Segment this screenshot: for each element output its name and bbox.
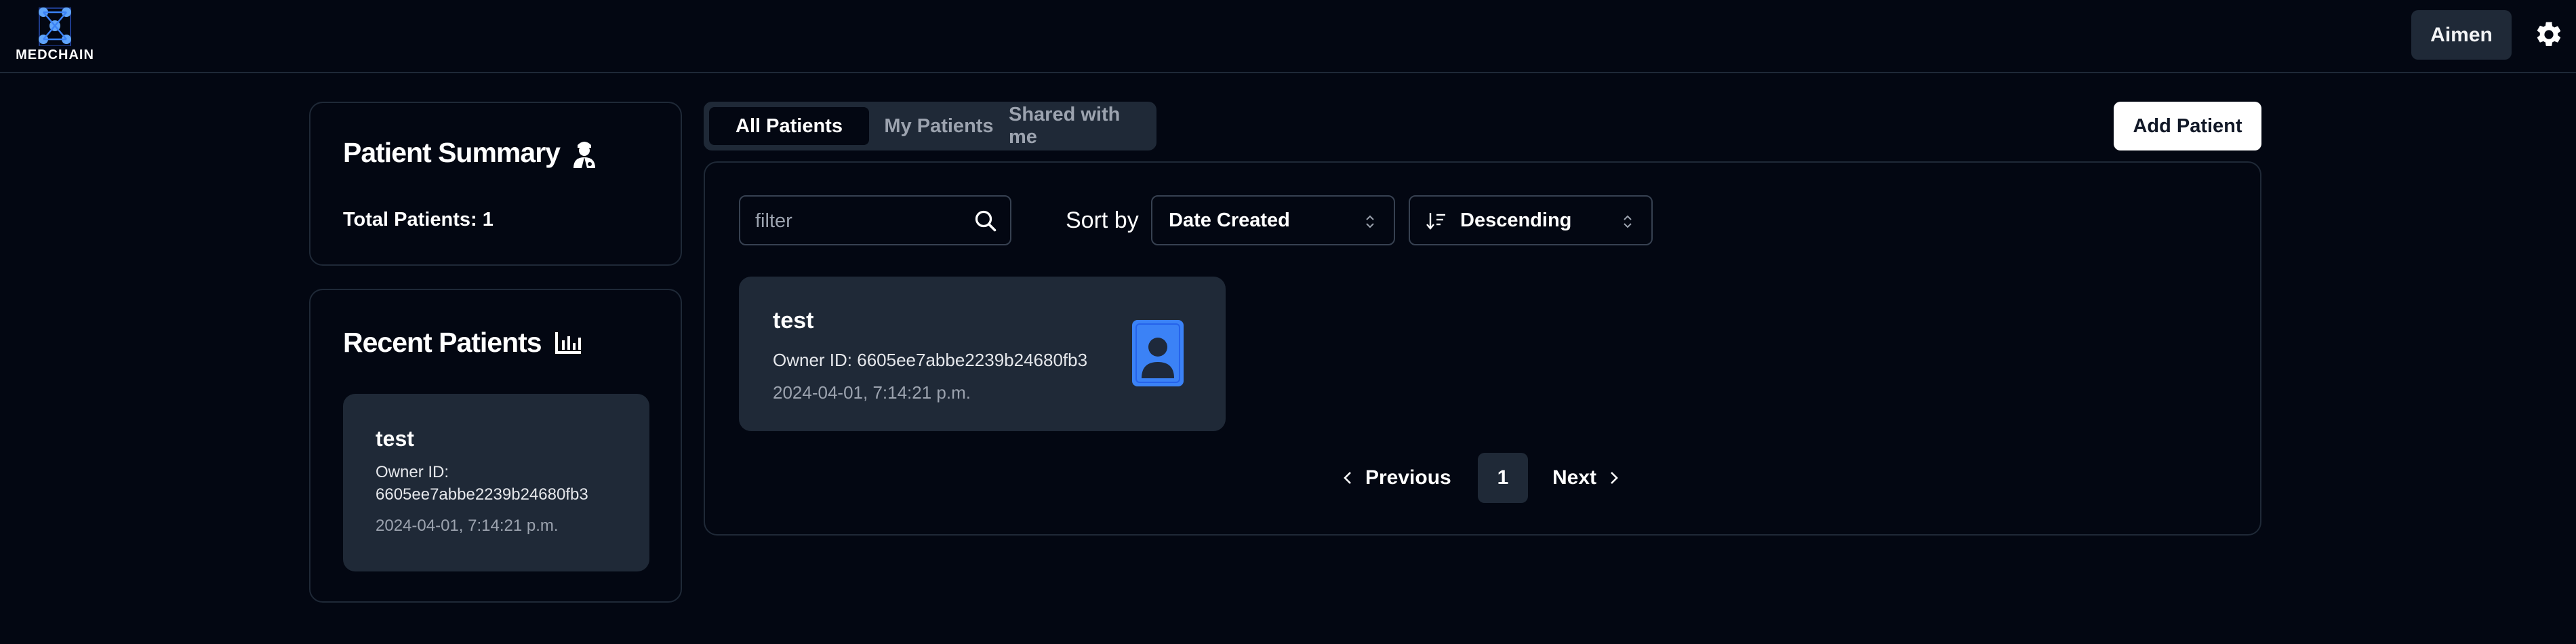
previous-page-button[interactable]: Previous: [1342, 453, 1451, 503]
add-patient-button[interactable]: Add Patient: [2114, 102, 2261, 150]
recent-patient-owner-label: Owner ID:: [376, 463, 449, 481]
user-menu-button[interactable]: Aimen: [2411, 10, 2512, 60]
patient-tabs: All Patients My Patients Shared with me: [704, 102, 1156, 150]
patient-owner-id: Owner ID: 6605ee7abbe2239b24680fb3: [773, 350, 1088, 370]
bar-chart-icon: [555, 331, 581, 354]
patient-card[interactable]: test Owner ID: 6605ee7abbe2239b24680fb3 …: [739, 277, 1226, 431]
recent-patients-title-text: Recent Patients: [343, 327, 542, 358]
recent-patient-owner-id: 6605ee7abbe2239b24680fb3: [376, 485, 588, 504]
recent-patient-name: test: [376, 426, 414, 451]
patient-name: test: [773, 308, 814, 334]
sort-field-select[interactable]: Date Created: [1151, 195, 1395, 245]
recent-patient-item[interactable]: test Owner ID: 6605ee7abbe2239b24680fb3 …: [343, 394, 649, 571]
patients-panel: Sort by Date Created Descending test Own…: [704, 161, 2261, 536]
chevron-up-down-icon: [1624, 215, 1632, 228]
sort-order-value: Descending: [1460, 209, 1572, 231]
recent-patients-card: Recent Patients test Owner ID: 6605ee7ab…: [309, 289, 682, 603]
recent-patient-owner: Owner ID: 6605ee7abbe2239b24680fb3: [376, 461, 617, 506]
chevron-up-down-icon: [1366, 215, 1374, 228]
patient-summary-title: Patient Summary: [343, 137, 597, 169]
patient-summary-card: Patient Summary Total Patients: 1: [309, 102, 682, 266]
pagination: Previous 1 Next: [705, 453, 2260, 503]
page-number-button[interactable]: 1: [1478, 453, 1528, 503]
sort-descending-icon: [1426, 213, 1445, 230]
patient-summary-title-text: Patient Summary: [343, 137, 561, 168]
tab-my-patients[interactable]: My Patients: [869, 107, 1009, 145]
medchain-logo[interactable]: MEDCHAIN: [4, 5, 99, 64]
previous-label: Previous: [1365, 466, 1451, 489]
logo-network-icon: [39, 7, 71, 46]
sort-field-value: Date Created: [1169, 209, 1290, 231]
chevron-left-icon: [1344, 472, 1351, 484]
top-navbar: MEDCHAIN Aimen: [0, 0, 2576, 73]
patient-avatar-icon: [1132, 320, 1184, 386]
tab-all-patients[interactable]: All Patients: [709, 107, 869, 145]
tab-shared-with-me[interactable]: Shared with me: [1009, 104, 1152, 148]
chevron-right-icon: [1611, 472, 1618, 484]
search-icon[interactable]: [973, 209, 998, 233]
doctor-icon: [573, 141, 595, 168]
patient-date: 2024-04-01, 7:14:21 p.m.: [773, 382, 971, 403]
sort-by-label: Sort by: [1066, 207, 1139, 233]
recent-patient-date: 2024-04-01, 7:14:21 p.m.: [376, 517, 559, 535]
total-patients: Total Patients: 1: [343, 209, 494, 230]
next-label: Next: [1552, 466, 1597, 489]
filter-field[interactable]: [739, 195, 1011, 245]
gear-icon[interactable]: [2534, 20, 2564, 49]
next-page-button[interactable]: Next: [1552, 453, 1619, 503]
logo-text: MEDCHAIN: [16, 47, 94, 62]
filter-input[interactable]: [755, 207, 972, 235]
sort-order-select[interactable]: Descending: [1409, 195, 1653, 245]
recent-patients-title: Recent Patients: [343, 327, 582, 359]
